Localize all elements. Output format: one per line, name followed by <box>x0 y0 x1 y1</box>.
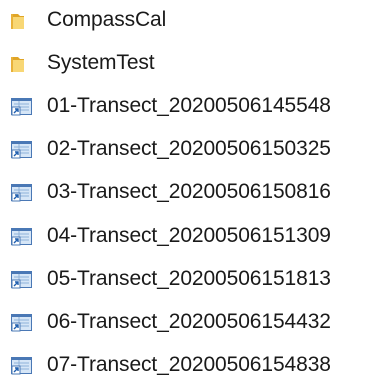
file-name: 04-Transect_20200506151309 <box>47 224 331 247</box>
file-name: 07-Transect_20200506154838 <box>47 353 331 376</box>
file-name: 05-Transect_20200506151813 <box>47 267 331 290</box>
file-item-systemtest[interactable]: SystemTest <box>0 45 369 83</box>
file-name: 01-Transect_20200506145548 <box>47 94 331 117</box>
file-item-transect-06[interactable]: 06-Transect_20200506154432 <box>0 304 369 342</box>
file-name: 03-Transect_20200506150816 <box>47 180 331 203</box>
shortcut-icon <box>10 227 34 247</box>
file-item-transect-04[interactable]: 04-Transect_20200506151309 <box>0 218 369 256</box>
shortcut-icon <box>10 140 34 160</box>
shortcut-icon <box>10 183 34 203</box>
file-item-transect-02[interactable]: 02-Transect_20200506150325 <box>0 131 369 169</box>
file-name: 06-Transect_20200506154432 <box>47 310 331 333</box>
folder-icon <box>10 54 34 74</box>
file-item-transect-05[interactable]: 05-Transect_20200506151813 <box>0 261 369 299</box>
file-item-transect-01[interactable]: 01-Transect_20200506145548 <box>0 88 369 126</box>
file-item-compasscal[interactable]: CompassCal <box>0 2 369 40</box>
folder-icon <box>10 11 34 31</box>
shortcut-icon <box>10 313 34 333</box>
shortcut-icon <box>10 270 34 290</box>
shortcut-icon <box>10 356 34 376</box>
file-name: 02-Transect_20200506150325 <box>47 137 331 160</box>
file-name: CompassCal <box>47 8 167 31</box>
file-item-transect-03[interactable]: 03-Transect_20200506150816 <box>0 174 369 212</box>
file-name: SystemTest <box>47 51 155 74</box>
shortcut-icon <box>10 97 34 117</box>
file-item-transect-07[interactable]: 07-Transect_20200506154838 <box>0 347 369 385</box>
